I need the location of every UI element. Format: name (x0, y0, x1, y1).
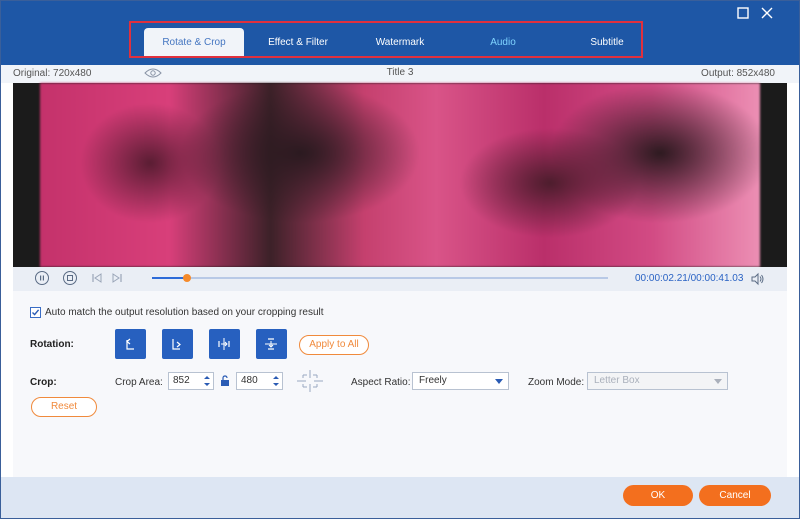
title-bar: Rotate & Crop Effect & Filter Watermark … (1, 1, 799, 65)
apply-to-all-button[interactable]: Apply to All (299, 335, 369, 355)
zoom-mode-value: Letter Box (594, 375, 640, 386)
progress-handle[interactable] (182, 274, 191, 282)
zoom-mode-label: Zoom Mode: (528, 377, 585, 388)
progress-fill (152, 277, 187, 279)
stop-icon[interactable] (63, 271, 77, 285)
auto-match-label: Auto match the output resolution based o… (45, 307, 324, 318)
rotate-right-button[interactable] (162, 329, 193, 359)
rotate-left-icon (126, 338, 134, 350)
lock-icon[interactable] (220, 375, 230, 387)
crop-height-input[interactable]: 480 (236, 372, 283, 390)
center-crop-icon[interactable] (297, 370, 323, 392)
rotate-right-icon (172, 339, 181, 350)
edit-dialog: Rotate & Crop Effect & Filter Watermark … (0, 0, 800, 519)
video-frame (40, 83, 760, 267)
previous-frame-icon[interactable] (91, 272, 103, 284)
crop-area-label: Crop Area: (115, 377, 163, 388)
output-resolution: Output: 852x480 (701, 68, 775, 79)
reset-button[interactable]: Reset (31, 397, 97, 417)
close-icon[interactable] (759, 7, 775, 23)
chevron-down-icon (495, 379, 503, 384)
aspect-ratio-label: Aspect Ratio: (351, 377, 411, 388)
rotation-label: Rotation: (30, 339, 74, 350)
cancel-button[interactable]: Cancel (699, 485, 771, 506)
flip-vertical-button[interactable] (256, 329, 287, 359)
crop-width-value: 852 (173, 375, 190, 386)
ok-button[interactable]: OK (623, 485, 693, 506)
dialog-footer: OK Cancel (1, 477, 799, 518)
crop-height-value: 480 (241, 375, 258, 386)
video-title: Title 3 (386, 67, 414, 78)
video-preview[interactable] (13, 83, 787, 267)
height-spinner-icon[interactable] (272, 374, 280, 388)
auto-match-checkbox[interactable] (30, 307, 41, 318)
player-controls: 00:00:02.21/00:00:41.03 (13, 267, 787, 291)
chevron-down-icon (714, 379, 722, 384)
flip-horizontal-icon (218, 338, 230, 350)
aspect-ratio-value: Freely (419, 375, 447, 386)
rotate-left-button[interactable] (115, 329, 146, 359)
maximize-icon[interactable] (735, 7, 751, 23)
time-readout: 00:00:02.21/00:00:41.03 (635, 273, 744, 284)
info-bar: Original: 720x480 Title 3 Output: 852x48… (1, 65, 799, 83)
width-spinner-icon[interactable] (203, 374, 211, 388)
crop-label: Crop: (30, 377, 57, 388)
progress-bar[interactable] (152, 274, 608, 282)
crop-width-input[interactable]: 852 (168, 372, 214, 390)
next-frame-icon[interactable] (111, 272, 123, 284)
aspect-ratio-select[interactable]: Freely (412, 372, 509, 390)
settings-panel: Auto match the output resolution based o… (13, 291, 787, 477)
pause-icon[interactable] (35, 271, 49, 285)
flip-vertical-icon (265, 338, 277, 350)
tab-highlight-box (129, 21, 643, 58)
volume-icon[interactable] (751, 272, 765, 286)
flip-horizontal-button[interactable] (209, 329, 240, 359)
zoom-mode-select[interactable]: Letter Box (587, 372, 728, 390)
